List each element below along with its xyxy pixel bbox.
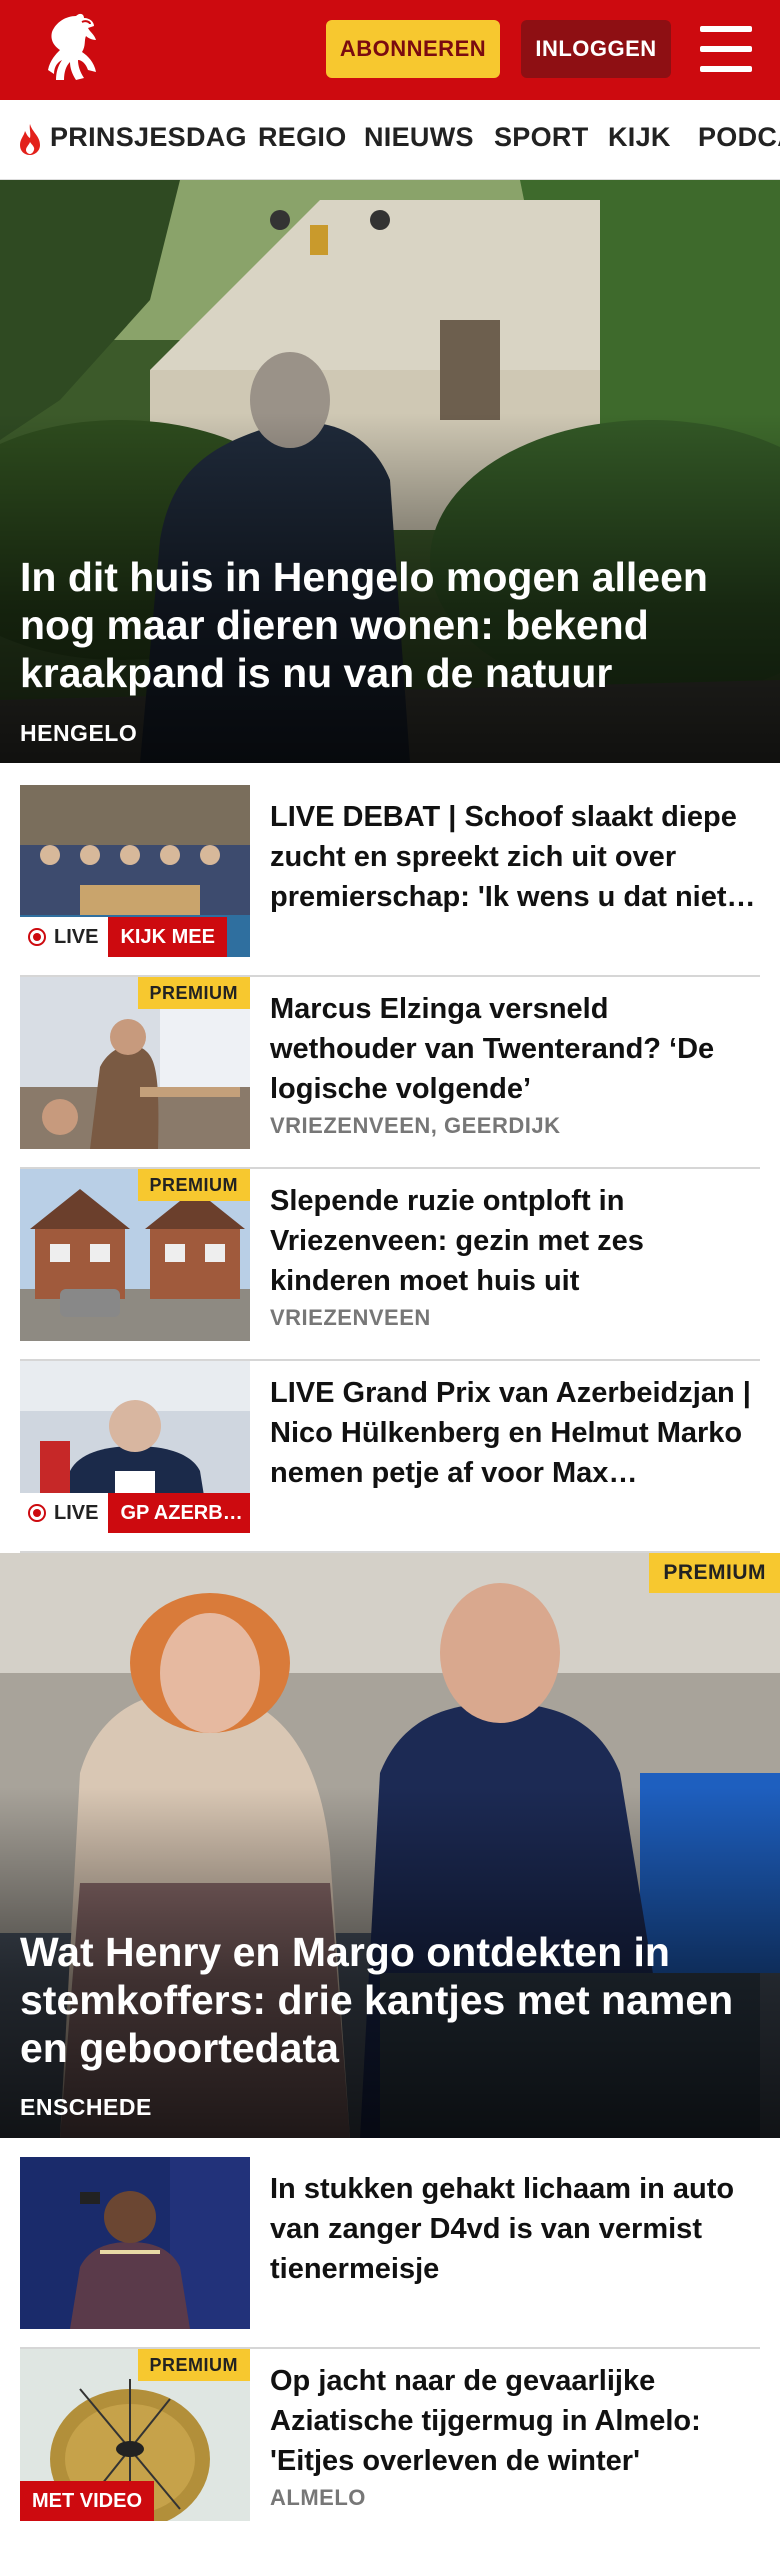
article-thumbnail: PREMIUM xyxy=(20,1169,250,1341)
live-label: LIVE xyxy=(54,926,99,948)
live-tag: GP AZERBEIDZJAN xyxy=(108,1493,250,1533)
nav-item-kijk[interactable]: KIJK xyxy=(608,122,671,153)
flame-icon xyxy=(20,124,40,155)
article-thumbnail: PREMIUM xyxy=(20,977,250,1149)
subscribe-button[interactable]: ABONNEREN xyxy=(326,20,500,78)
nav-item-podcast[interactable]: PODCAST xyxy=(698,122,780,153)
article-title[interactable]: Slepende ruzie ontploft in Vriezenveen: … xyxy=(270,1181,760,1301)
premium-badge: PREMIUM xyxy=(137,2349,250,2381)
horse-icon[interactable] xyxy=(36,10,106,90)
article-title[interactable]: LIVE Grand Prix van Azerbeidzjan | Nico … xyxy=(270,1373,760,1493)
live-label: LIVE xyxy=(54,1502,99,1524)
live-dot-icon xyxy=(28,928,46,946)
premium-badge: PREMIUM xyxy=(649,1553,780,1593)
article-title[interactable]: Op jacht naar de gevaarlijke Aziatische … xyxy=(270,2361,760,2481)
video-tag: MET VIDEO xyxy=(20,2481,155,2521)
live-indicator: LIVE GP AZERBEIDZJAN xyxy=(20,1493,250,1533)
article-thumbnail: LIVE KIJK MEE xyxy=(20,785,250,957)
hero-location: HENGELO xyxy=(20,720,138,746)
live-dot-icon xyxy=(28,1504,46,1522)
premium-badge: PREMIUM xyxy=(137,1169,250,1201)
hamburger-icon[interactable] xyxy=(700,26,752,72)
hero-location: ENSCHEDE xyxy=(20,2094,152,2120)
article-title[interactable]: Marcus Elzinga versneld wethouder van Tw… xyxy=(270,989,760,1109)
nav-item-sport[interactable]: SPORT xyxy=(494,122,589,153)
article-title[interactable]: LIVE DEBAT | Schoof slaakt diepe zucht e… xyxy=(270,797,760,917)
hero-title[interactable]: Wat Henry en Margo ontdekten in stemkoff… xyxy=(20,1928,756,2072)
list-item[interactable]: LIVE GP AZERBEIDZJAN LIVE Grand Prix van… xyxy=(20,1361,760,1553)
list-item[interactable]: PREMIUM MET VIDEO Op jacht naar de gevaa… xyxy=(20,2349,760,2521)
list-item[interactable]: In stukken gehakt lichaam in auto van za… xyxy=(20,2157,760,2349)
list-item[interactable]: PREMIUM Slepende ruzie ontploft in Vriez… xyxy=(20,1169,760,1361)
hero-article-hengelo[interactable]: In dit huis in Hengelo mogen alleen nog … xyxy=(0,180,780,763)
list-item[interactable]: LIVE KIJK MEE LIVE DEBAT | Schoof slaakt… xyxy=(20,785,760,977)
article-location: VRIEZENVEEN, GEERDIJK xyxy=(270,1113,561,1138)
nav-item-regio[interactable]: REGIO xyxy=(258,122,347,153)
article-location: VRIEZENVEEN xyxy=(270,1305,431,1330)
hero-article-enschede[interactable]: PREMIUM Wat Henry en Margo ontdekten in … xyxy=(0,1553,780,2138)
article-thumbnail: LIVE GP AZERBEIDZJAN xyxy=(20,1361,250,1533)
list-item[interactable]: PREMIUM Marcus Elzinga versneld wethoude… xyxy=(20,977,760,1169)
premium-badge: PREMIUM xyxy=(137,977,250,1009)
top-bar: ABONNEREN INLOGGEN xyxy=(0,0,780,100)
section-nav: PRINSJESDAG REGIO NIEUWS SPORT KIJK PODC… xyxy=(0,100,780,180)
article-location: ALMELO xyxy=(270,2485,366,2510)
hero-title[interactable]: In dit huis in Hengelo mogen alleen nog … xyxy=(20,553,756,697)
article-title[interactable]: In stukken gehakt lichaam in auto van za… xyxy=(270,2169,760,2289)
login-button[interactable]: INLOGGEN xyxy=(521,20,671,78)
live-tag: KIJK MEE xyxy=(108,917,227,957)
live-indicator: LIVE KIJK MEE xyxy=(20,917,227,957)
nav-item-nieuws[interactable]: NIEUWS xyxy=(364,122,474,153)
nav-item-prinsjesdag[interactable]: PRINSJESDAG xyxy=(50,122,247,153)
article-thumbnail xyxy=(20,2157,250,2329)
article-thumbnail: PREMIUM MET VIDEO xyxy=(20,2349,250,2521)
